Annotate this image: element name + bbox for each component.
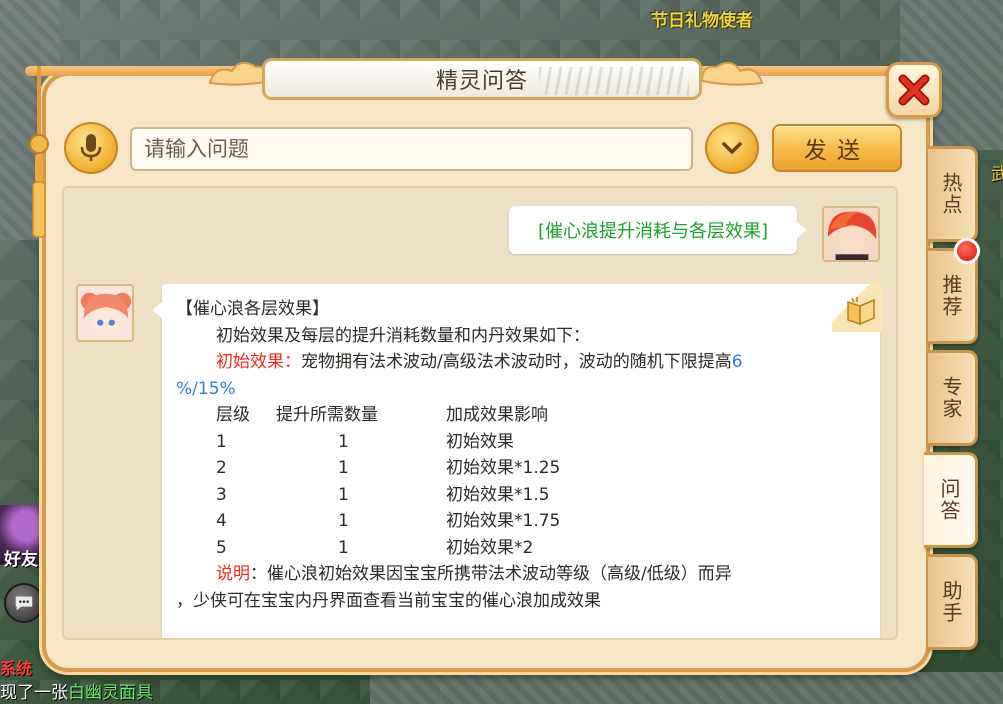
microphone-icon [80,134,102,161]
user-avatar [822,206,880,262]
initial-effect-label: 初始效果： [216,352,301,372]
answer-note: 说明：催心浪初始效果因宝宝所携带法术波动等级（高级/低级）而异 [176,561,864,588]
close-icon [898,74,930,106]
cloud-ornament-right-icon [700,61,764,86]
table-row: 5 1 初始效果*2 [176,535,864,562]
table-cell-effect: 初始效果*1.25 [446,458,561,478]
table-cell-cost: 1 [338,431,349,452]
answer-source-button[interactable] [832,282,882,332]
table-row: 3 1 初始效果*1.5 [176,482,864,509]
tassel-ornament-icon [29,66,49,238]
answer-initial-effect: 初始效果：宠物拥有法术波动/高级法术波动时，波动的随机下限提高6 [176,349,864,376]
dialog-title: 精灵问答 [435,69,528,94]
table-cell-effect: 初始效果*2 [446,537,534,558]
system-channel-label: 系统 [0,659,33,678]
chat-area[interactable]: [催心浪提升消耗与各层效果] 【催心浪各层效果】 初始效果及每层的提升消耗数量和… [62,186,898,640]
system-message: 现了一张白幽灵面具 [0,678,153,703]
note-text-line1: ：催心浪初始效果因宝宝所携带法术波动等级（高级/低级）而异 [250,564,732,584]
card-divider [198,639,866,640]
table-cell-effect: 初始效果*1.75 [446,511,561,531]
chevron-down-icon [722,142,742,154]
answer-card: 【催心浪各层效果】 初始效果及每层的提升消耗数量和内丹效果如下： 初始效果：宠物… [152,282,882,640]
system-message-prefix: 现了一张 [0,683,68,703]
table-row: 4 1 初始效果*1.75 [176,508,864,535]
table-header-cell: 层级 [216,405,250,425]
player-portrait-icon [824,208,878,260]
table-header-cell: 加成效果影响 [446,405,548,425]
table-cell-cost: 1 [338,458,349,478]
user-question-link[interactable]: [催心浪提升消耗与各层效果] [538,217,768,243]
initial-effect-text: 宠物拥有法术波动/高级法术波动时，波动的随机下限提高 [301,352,732,372]
npc-name-label[interactable]: 节日礼物使者 [651,6,753,31]
spirit-portrait-icon [78,286,132,340]
initial-effect-value-b: %/15% [176,378,236,399]
table-cell-level: 3 [216,484,227,505]
note-text-line2: ，少侠可在宝宝内丹界面查看当前宝宝的催心浪加成效果 [176,590,601,611]
table-cell-cost: 1 [338,484,349,505]
answer-heading: 【催心浪各层效果】 [176,299,329,319]
table-cell-level: 5 [216,537,227,558]
history-dropdown-button[interactable] [705,122,759,174]
answer-intro: 初始效果及每层的提升消耗数量和内丹效果如下： [216,325,590,346]
tab-expert[interactable]: 专家 [928,350,978,446]
question-input[interactable] [130,127,693,171]
table-cell-effect: 初始效果 [446,431,514,452]
voice-input-button[interactable] [64,122,118,174]
system-message-item[interactable]: 白幽灵面具 [68,683,153,703]
edge-text: 武 [987,165,1003,182]
tab-assistant[interactable]: 助手 [928,554,978,650]
chat-bubble-button[interactable] [4,583,44,623]
tab-hot[interactable]: 热点 [928,146,978,242]
stone-floor [370,672,1003,704]
table-cell-effect: 初始效果*1.5 [446,484,550,505]
table-header-cell: 提升所需数量 [276,405,378,425]
table-cell-level: 4 [216,511,227,531]
table-cell-level: 2 [216,458,227,478]
send-button[interactable]: 发送 [772,124,902,172]
table-header-row: 层级 提升所需数量 加成效果影响 [176,402,864,429]
table-row: 1 1 初始效果 [176,429,864,456]
friend-label[interactable]: 好友 [4,545,38,570]
table-row: 2 1 初始效果*1.25 [176,455,864,482]
chat-bubble-icon [15,596,33,611]
user-question-bubble: [催心浪提升消耗与各层效果] [509,206,807,254]
dialog-title-plaque: 精灵问答 [262,58,702,100]
book-icon [847,297,875,326]
tab-qa[interactable]: 问答 [924,452,978,548]
table-cell-level: 1 [216,431,227,452]
notification-badge [954,238,980,264]
close-button[interactable] [886,62,942,118]
note-label: 说明 [216,564,250,584]
spirit-assistant-avatar [76,284,134,342]
initial-effect-value-a: 6 [731,352,743,372]
table-cell-cost: 1 [338,537,349,558]
table-cell-cost: 1 [338,511,349,531]
